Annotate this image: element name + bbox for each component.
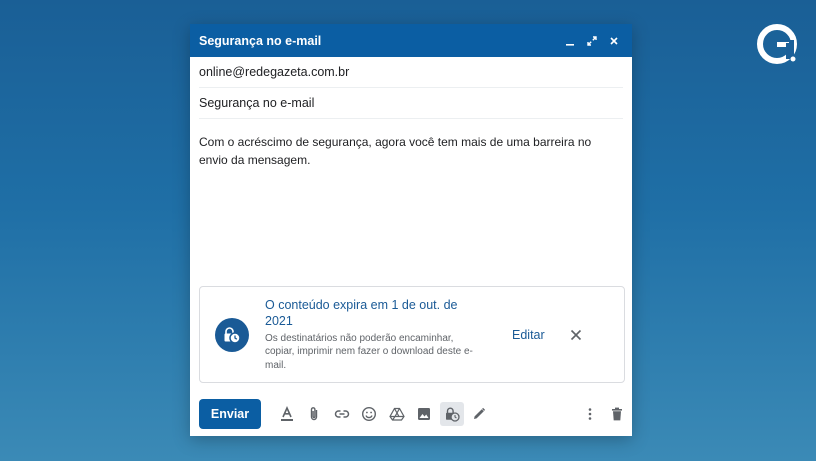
- brand-logo-icon: [756, 23, 800, 67]
- insert-link-icon[interactable]: [330, 402, 354, 426]
- more-options-icon[interactable]: [578, 402, 602, 426]
- subject-text: Segurança no e-mail: [199, 96, 315, 110]
- confidential-lock-clock-icon: [215, 317, 249, 352]
- attach-file-icon[interactable]: [302, 402, 326, 426]
- discard-draft-icon[interactable]: [605, 402, 629, 426]
- notice-texts: O conteúdo expira em 1 de out. de 2021 O…: [265, 297, 477, 373]
- close-icon[interactable]: [604, 31, 624, 51]
- window-title: Segurança no e-mail: [199, 33, 322, 48]
- edit-confidential-link[interactable]: Editar: [512, 328, 545, 342]
- compose-toolbar: Enviar: [199, 398, 629, 430]
- minimize-icon[interactable]: [560, 31, 580, 51]
- expiry-headline: O conteúdo expira em 1 de out. de 2021: [265, 297, 458, 328]
- subject-field[interactable]: Segurança no e-mail: [199, 88, 623, 119]
- text-format-icon[interactable]: [275, 402, 299, 426]
- confidential-mode-icon[interactable]: [439, 402, 464, 426]
- compose-window: Segurança no e-mail online@redegazeta.co…: [190, 24, 632, 436]
- recipient-email: online@redegazeta.com.br: [199, 65, 350, 79]
- restriction-description: Os destinatários não poderão encaminhar,…: [265, 332, 473, 371]
- google-drive-icon[interactable]: [385, 402, 409, 426]
- send-button[interactable]: Enviar: [199, 399, 261, 429]
- signature-pen-icon[interactable]: [467, 402, 491, 426]
- remove-confidential-icon[interactable]: [567, 326, 585, 344]
- expand-icon[interactable]: [582, 31, 602, 51]
- confidential-mode-notice: O conteúdo expira em 1 de out. de 2021 O…: [199, 286, 625, 383]
- compose-titlebar: Segurança no e-mail: [190, 24, 632, 57]
- insert-emoji-icon[interactable]: [357, 402, 381, 426]
- to-field[interactable]: online@redegazeta.com.br: [199, 57, 623, 88]
- insert-photo-icon[interactable]: [412, 402, 436, 426]
- message-body[interactable]: Com o acréscimo de segurança, agora você…: [199, 133, 623, 283]
